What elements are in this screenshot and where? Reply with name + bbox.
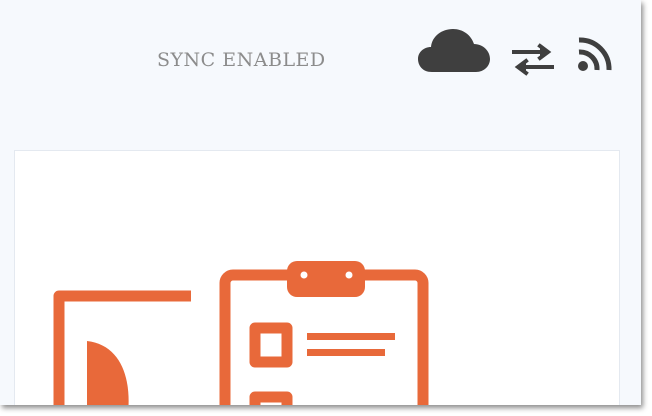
cloud-icon[interactable] <box>416 26 492 76</box>
clipboard-checklist-illustration <box>53 261 429 405</box>
sync-status-label: SYNC ENABLED <box>157 49 326 71</box>
app-window: SYNC ENABLED <box>0 0 641 405</box>
side-strip <box>620 148 641 405</box>
rss-feed-icon[interactable] <box>577 36 621 72</box>
sync-header: SYNC ENABLED <box>0 0 641 148</box>
transfer-arrows-icon[interactable] <box>510 42 556 78</box>
feature-card <box>14 150 620 405</box>
